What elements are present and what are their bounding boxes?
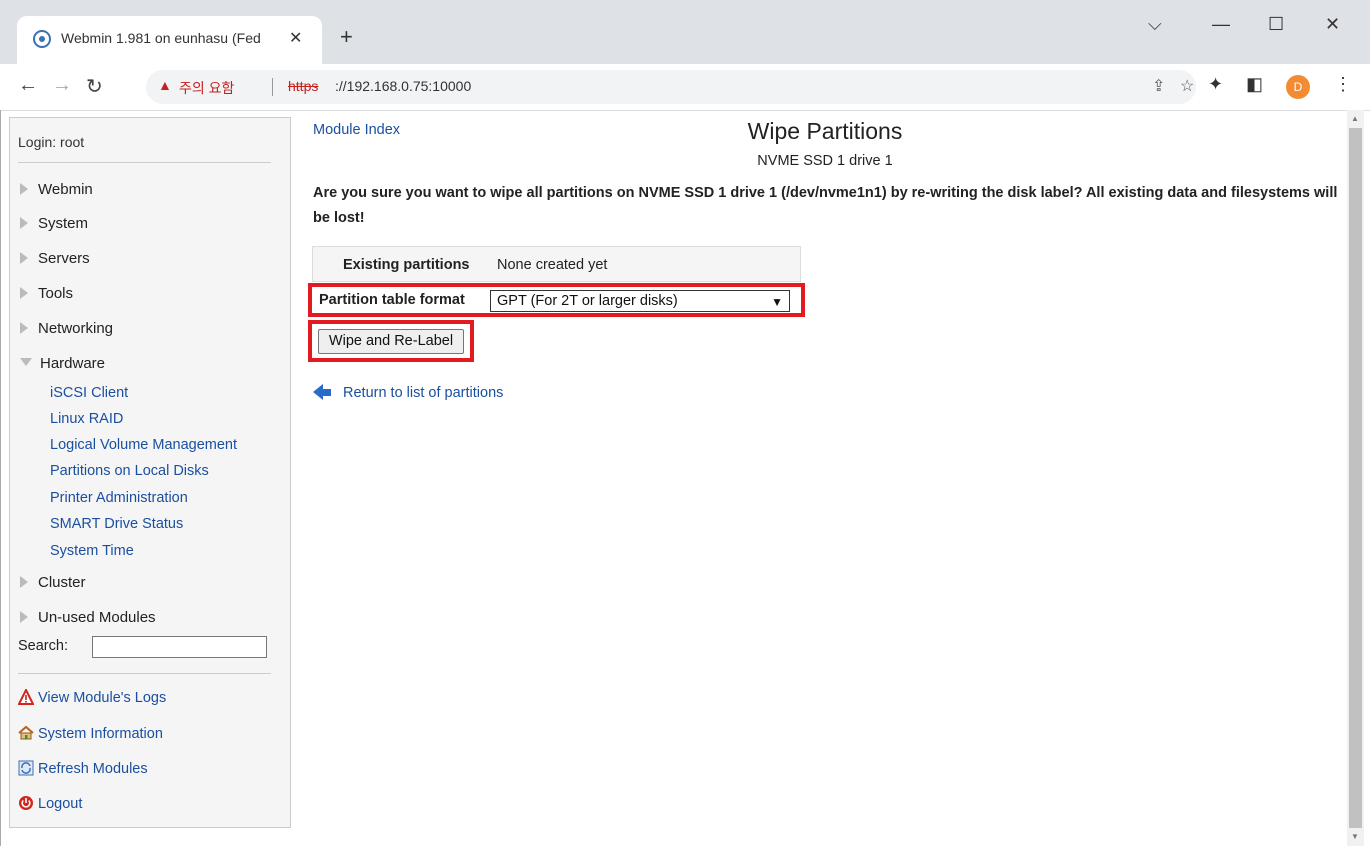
partition-format-label: Partition table format bbox=[319, 292, 465, 308]
wipe-button-highlight: Wipe and Re-Label bbox=[308, 320, 474, 362]
page-subtitle: NVME SSD 1 drive 1 bbox=[757, 153, 893, 169]
view-logs-link[interactable]: View Module's Logs bbox=[18, 689, 166, 706]
vertical-scrollbar[interactable]: ▲ ▼ bbox=[1347, 110, 1364, 846]
return-label: Return to list of partitions bbox=[343, 385, 504, 401]
menu-icon[interactable]: ⋮ bbox=[1334, 74, 1352, 95]
warning-triangle-icon[interactable]: ▲ bbox=[158, 77, 172, 93]
system-information-label: System Information bbox=[38, 726, 163, 742]
bookmark-star-icon[interactable]: ☆ bbox=[1180, 76, 1194, 96]
tab-strip: Webmin 1.981 on eunhasu (Fed ✕ + ⌵ — ☐ ✕ bbox=[0, 0, 1370, 64]
wipe-and-relabel-button[interactable]: Wipe and Re-Label bbox=[318, 329, 464, 354]
sidebar-item-system-time[interactable]: System Time bbox=[50, 543, 134, 559]
expand-icon bbox=[20, 287, 28, 299]
sidebar-item-iscsi-client[interactable]: iSCSI Client bbox=[50, 385, 128, 401]
refresh-modules-link[interactable]: Refresh Modules bbox=[18, 760, 148, 777]
category-label: Cluster bbox=[38, 574, 86, 591]
reload-icon[interactable]: ↻ bbox=[86, 74, 103, 99]
category-system[interactable]: System bbox=[20, 215, 88, 232]
existing-partitions-value: None created yet bbox=[497, 257, 608, 273]
divider bbox=[272, 78, 273, 96]
share-icon[interactable]: ⇪ bbox=[1152, 76, 1165, 96]
avatar[interactable]: D bbox=[1286, 75, 1310, 99]
divider bbox=[18, 673, 271, 674]
url-scheme: https bbox=[288, 78, 319, 94]
forward-icon[interactable]: → bbox=[52, 74, 72, 97]
address-bar[interactable]: ▲ 주의 요함 https ://192.168.0.75:10000 ⇪ ☆ bbox=[146, 70, 1196, 104]
back-arrow-stem bbox=[323, 389, 331, 396]
expand-icon bbox=[20, 252, 28, 264]
sidebar-item-lvm[interactable]: Logical Volume Management bbox=[50, 437, 237, 453]
login-label: Login: root bbox=[18, 134, 85, 150]
partition-format-highlight: Partition table format GPT (For 2T or la… bbox=[308, 283, 805, 317]
expand-icon bbox=[20, 183, 28, 195]
module-index-link[interactable]: Module Index bbox=[313, 122, 400, 138]
close-window-icon[interactable]: ✕ bbox=[1325, 14, 1340, 35]
divider bbox=[18, 162, 271, 163]
view-logs-label: View Module's Logs bbox=[38, 690, 167, 706]
chevron-down-icon: ▼ bbox=[771, 295, 783, 309]
back-arrow-icon bbox=[313, 384, 323, 400]
system-information-link[interactable]: System Information bbox=[18, 725, 163, 742]
return-to-partitions-link[interactable]: Return to list of partitions bbox=[313, 384, 503, 401]
confirmation-message: Are you sure you want to wipe all partit… bbox=[313, 185, 1338, 226]
tab-search-icon[interactable]: ⌵ bbox=[1148, 14, 1162, 35]
scroll-down-icon[interactable]: ▼ bbox=[1351, 832, 1359, 841]
category-label: Servers bbox=[38, 250, 90, 267]
category-label: Un-used Modules bbox=[38, 609, 156, 626]
sidebar-item-partitions[interactable]: Partitions on Local Disks bbox=[50, 463, 209, 479]
refresh-icon bbox=[18, 760, 34, 776]
sidebar: Login: root Webmin System Servers Tools … bbox=[9, 117, 291, 828]
extensions-icon[interactable]: ✦ bbox=[1208, 74, 1223, 95]
window-border bbox=[0, 110, 1, 846]
logout-link[interactable]: Logout bbox=[18, 795, 82, 812]
house-icon bbox=[18, 725, 34, 740]
partition-format-select[interactable]: GPT (For 2T or larger disks) ▼ bbox=[490, 290, 790, 312]
category-cluster[interactable]: Cluster bbox=[20, 574, 86, 591]
scrollbar-thumb[interactable] bbox=[1349, 128, 1362, 828]
browser-toolbar: ← → ↻ ▲ 주의 요함 https ://192.168.0.75:1000… bbox=[0, 64, 1370, 111]
tab-title: Webmin 1.981 on eunhasu (Fed bbox=[61, 30, 261, 46]
security-warning[interactable]: 주의 요함 bbox=[179, 78, 234, 98]
search-input[interactable] bbox=[92, 636, 267, 658]
refresh-modules-label: Refresh Modules bbox=[38, 761, 148, 777]
minimize-icon[interactable]: — bbox=[1212, 14, 1230, 35]
category-label: Tools bbox=[38, 285, 74, 302]
category-servers[interactable]: Servers bbox=[20, 250, 90, 267]
expand-icon bbox=[20, 576, 28, 588]
url-text: ://192.168.0.75:10000 bbox=[335, 78, 472, 94]
existing-partitions-row: Existing partitions None created yet bbox=[312, 246, 801, 282]
maximize-icon[interactable]: ☐ bbox=[1268, 14, 1284, 35]
logout-label: Logout bbox=[38, 796, 83, 812]
expand-icon bbox=[20, 217, 28, 229]
browser-tab[interactable]: Webmin 1.981 on eunhasu (Fed ✕ bbox=[17, 16, 322, 64]
partition-format-value: GPT (For 2T or larger disks) bbox=[497, 293, 678, 309]
scroll-up-icon[interactable]: ▲ bbox=[1351, 114, 1359, 123]
category-hardware[interactable]: Hardware bbox=[20, 355, 105, 372]
side-panel-icon[interactable]: ◧ bbox=[1246, 74, 1263, 95]
webmin-favicon-icon bbox=[33, 30, 51, 48]
category-label: Hardware bbox=[40, 355, 106, 372]
new-tab-button[interactable]: + bbox=[340, 26, 353, 48]
category-webmin[interactable]: Webmin bbox=[20, 181, 93, 198]
category-label: Webmin bbox=[38, 181, 93, 198]
category-tools[interactable]: Tools bbox=[20, 285, 73, 302]
existing-partitions-label: Existing partitions bbox=[343, 257, 470, 273]
expand-icon bbox=[20, 611, 28, 623]
collapse-icon bbox=[20, 358, 32, 366]
page-title: Wipe Partitions bbox=[747, 118, 903, 144]
sidebar-item-smart-status[interactable]: SMART Drive Status bbox=[50, 516, 183, 532]
sidebar-item-linux-raid[interactable]: Linux RAID bbox=[50, 411, 123, 427]
category-label: System bbox=[38, 215, 89, 232]
back-icon[interactable]: ← bbox=[18, 74, 38, 97]
warning-icon bbox=[18, 689, 34, 705]
category-unused-modules[interactable]: Un-used Modules bbox=[20, 609, 156, 626]
sidebar-item-printer-admin[interactable]: Printer Administration bbox=[50, 490, 188, 506]
category-label: Networking bbox=[38, 320, 114, 337]
expand-icon bbox=[20, 322, 28, 334]
tab-close-icon[interactable]: ✕ bbox=[289, 28, 302, 48]
power-icon bbox=[19, 796, 33, 810]
category-networking[interactable]: Networking bbox=[20, 320, 113, 337]
search-label: Search: bbox=[18, 638, 68, 654]
